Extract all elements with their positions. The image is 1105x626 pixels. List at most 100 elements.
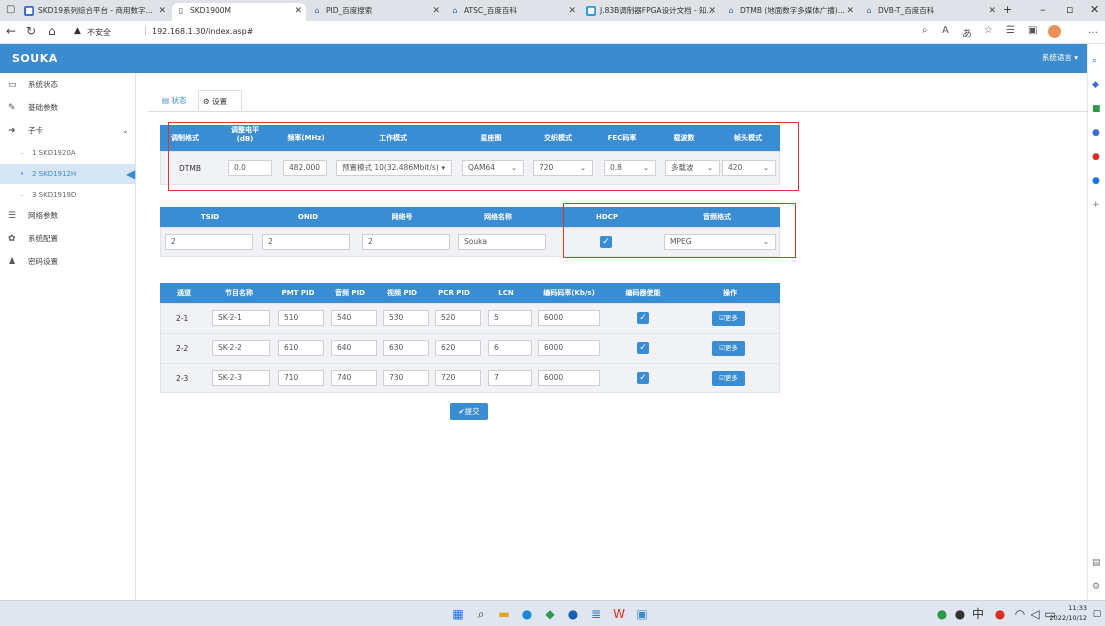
sidebar-subitem-skd1919d[interactable]: – 3 SKD1919D xyxy=(0,185,136,205)
translate-icon[interactable]: あ xyxy=(962,25,972,40)
notepad-icon[interactable]: ≣ xyxy=(589,607,603,621)
bitrate-input[interactable]: 6000 xyxy=(538,340,600,356)
program-name-input[interactable]: SK-2-2 xyxy=(212,340,270,356)
more-button[interactable]: ☑更多 xyxy=(712,371,745,386)
restore-icon[interactable]: ▫ xyxy=(1066,3,1073,16)
file-explorer-icon[interactable]: ▬ xyxy=(497,607,511,621)
shopping-icon[interactable]: ■ xyxy=(1092,104,1101,114)
pcr-pid-input[interactable]: 520 xyxy=(435,310,481,326)
search-icon[interactable]: ⌕ xyxy=(474,607,488,621)
extension-icon[interactable]: ◆ xyxy=(1092,80,1099,90)
edge-icon[interactable]: ● xyxy=(520,607,534,621)
video-pid-input[interactable]: 630 xyxy=(383,340,429,356)
bitrate-input[interactable]: 6000 xyxy=(538,310,600,326)
outlook-icon[interactable]: ● xyxy=(1092,176,1100,186)
people-icon[interactable]: ● xyxy=(1092,128,1100,138)
pmt-pid-input[interactable]: 610 xyxy=(278,340,324,356)
add-icon[interactable]: + xyxy=(1092,200,1100,210)
read-aloud-icon[interactable]: A xyxy=(942,25,949,36)
office-icon[interactable]: ● xyxy=(1092,152,1100,162)
app-icon[interactable]: ◆ xyxy=(543,607,557,621)
close-icon[interactable]: ✕ xyxy=(294,3,302,19)
input-method-icon[interactable]: 中 xyxy=(971,607,985,621)
program-name-input[interactable]: SK-2-3 xyxy=(212,370,270,386)
network-name-input[interactable]: Souka xyxy=(458,234,546,250)
audio-pid-input[interactable]: 740 xyxy=(331,370,377,386)
favorites-icon[interactable]: ☰ xyxy=(1006,25,1015,36)
more-button[interactable]: ☑更多 xyxy=(712,341,745,356)
sidebar-item-subcard[interactable]: ➜ 子卡 ⌄ xyxy=(0,121,136,141)
favorite-icon[interactable]: ☆ xyxy=(984,25,993,36)
wifi-icon[interactable]: ◠ xyxy=(1013,607,1027,621)
close-icon[interactable]: ✕ xyxy=(988,3,996,19)
start-icon[interactable]: ▦ xyxy=(451,607,465,621)
pmt-pid-input[interactable]: 510 xyxy=(278,310,324,326)
sidebar-item-password[interactable]: ♟ 密码设置 xyxy=(0,252,136,272)
pcr-pid-input[interactable]: 620 xyxy=(435,340,481,356)
refresh-icon[interactable]: ↻ xyxy=(26,24,36,38)
clock[interactable]: 11:33 2022/10/12 xyxy=(1050,603,1087,623)
tray-app-icon[interactable]: ● xyxy=(993,607,1007,621)
browser-tab-5[interactable]: ■ J.83B调制器FPGA设计文档 - 知... ✕ xyxy=(582,3,720,21)
more-icon[interactable]: … xyxy=(1088,25,1098,36)
new-tab-icon[interactable]: + xyxy=(1003,3,1012,16)
browser-tab-4[interactable]: ⌂ ATSC_百度百科 ✕ xyxy=(446,3,580,21)
browser-tab-2[interactable]: ▯ SKD1900M ✕ xyxy=(172,3,306,21)
search-icon[interactable]: ⌕ xyxy=(1092,56,1097,66)
tab-status[interactable]: ▤ 状态 xyxy=(158,90,194,112)
wps-icon[interactable]: W xyxy=(612,607,626,621)
sidebar-item-basic-params[interactable]: ✎ 基础参数 xyxy=(0,98,136,118)
volume-icon[interactable]: ◁ xyxy=(1028,607,1042,621)
sidebar-item-system-status[interactable]: ▭ 系统状态 xyxy=(0,75,136,95)
close-icon[interactable]: ✕ xyxy=(568,3,576,19)
video-pid-input[interactable]: 530 xyxy=(383,310,429,326)
notification-icon[interactable]: ▢ xyxy=(1090,607,1104,621)
image-viewer-icon[interactable]: ▣ xyxy=(635,607,649,621)
pcr-pid-input[interactable]: 720 xyxy=(435,370,481,386)
collections-icon[interactable]: ▣ xyxy=(1028,25,1037,36)
tray-app-icon[interactable]: ● xyxy=(953,607,967,621)
url-field[interactable]: 192.168.1.30/index.asp# xyxy=(152,27,253,36)
sidebar-subitem-skd1912h[interactable]: • 2 SKD1912H ◀ xyxy=(0,164,136,184)
bitrate-input[interactable]: 6000 xyxy=(538,370,600,386)
split-screen-icon[interactable]: ▤ xyxy=(1092,558,1101,568)
program-name-input[interactable]: SK-2-1 xyxy=(212,310,270,326)
close-icon[interactable]: ✕ xyxy=(432,3,440,19)
back-icon[interactable]: ← xyxy=(6,24,16,38)
network-id-input[interactable]: 2 xyxy=(362,234,450,250)
home-icon[interactable]: ⌂ xyxy=(48,24,56,38)
tab-settings[interactable]: ⚙ 设置 xyxy=(198,90,242,112)
encoder-enable-checkbox[interactable]: ✓ xyxy=(637,372,649,384)
close-icon[interactable]: ✕ xyxy=(708,3,716,19)
audio-pid-input[interactable]: 540 xyxy=(331,310,377,326)
encoder-enable-checkbox[interactable]: ✓ xyxy=(637,342,649,354)
profile-avatar[interactable] xyxy=(1048,25,1061,38)
browser-tab-3[interactable]: ⌂ PID_百度搜索 ✕ xyxy=(308,3,444,21)
lcn-input[interactable]: 7 xyxy=(488,370,532,386)
language-button[interactable]: 系统语言 ▾ xyxy=(1042,52,1078,63)
sidebar-item-system-config[interactable]: ✿ 系统配置 xyxy=(0,229,136,249)
close-icon[interactable]: ✕ xyxy=(846,3,854,19)
tray-app-icon[interactable]: ● xyxy=(935,607,949,621)
lcn-input[interactable]: 5 xyxy=(488,310,532,326)
sidebar-item-network-params[interactable]: ☰ 网络参数 xyxy=(0,206,136,226)
onid-input[interactable]: 2 xyxy=(262,234,350,250)
browser-tab-1[interactable]: ■ SKD19系列综合平台 - 商用数字... ✕ xyxy=(20,3,170,21)
browser-tab-7[interactable]: ⌂ DVB-T_百度百科 ✕ xyxy=(860,3,1000,21)
sidebar-subitem-skd1920a[interactable]: – 1 SKD1920A xyxy=(0,143,136,163)
chrome-icon[interactable]: ● xyxy=(566,607,580,621)
video-pid-input[interactable]: 730 xyxy=(383,370,429,386)
close-icon[interactable]: ✕ xyxy=(158,3,166,19)
submit-button[interactable]: ✔提交 xyxy=(450,403,488,420)
encoder-enable-checkbox[interactable]: ✓ xyxy=(637,312,649,324)
audio-pid-input[interactable]: 640 xyxy=(331,340,377,356)
lcn-input[interactable]: 6 xyxy=(488,340,532,356)
gear-icon[interactable]: ⚙ xyxy=(1092,582,1100,592)
window-close-icon[interactable]: ✕ xyxy=(1090,3,1099,16)
more-button[interactable]: ☑更多 xyxy=(712,311,745,326)
pmt-pid-input[interactable]: 710 xyxy=(278,370,324,386)
minimize-icon[interactable]: – xyxy=(1040,3,1046,16)
window-menu-icon[interactable]: ▢ xyxy=(6,4,15,15)
search-icon[interactable]: ⌕ xyxy=(922,25,928,36)
tsid-input[interactable]: 2 xyxy=(165,234,253,250)
